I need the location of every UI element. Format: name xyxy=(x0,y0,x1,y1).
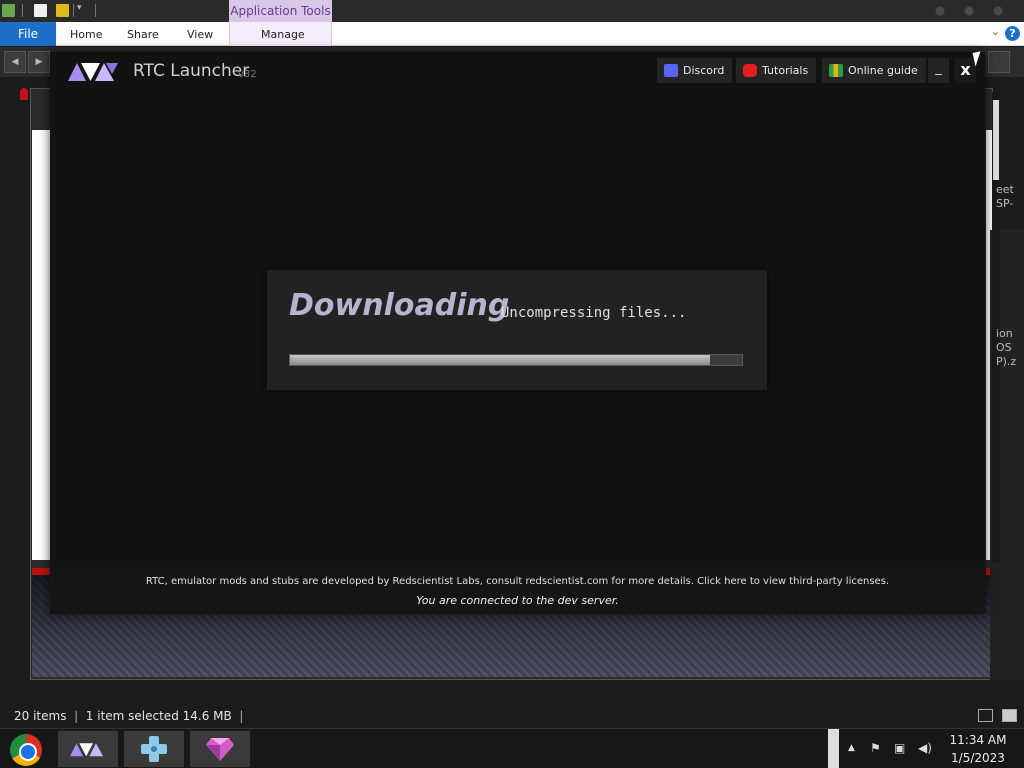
network-icon[interactable]: ▣ xyxy=(894,741,905,755)
partial-filename: eet xyxy=(996,183,1014,196)
separator: | xyxy=(70,709,82,723)
youtube-icon xyxy=(743,64,757,77)
new-folder-icon[interactable] xyxy=(56,4,69,17)
gem-icon xyxy=(206,738,234,761)
minimize-window-button[interactable] xyxy=(935,6,945,16)
clock-time[interactable]: 11:34 AM xyxy=(946,733,1010,747)
partial-filename: SP- xyxy=(996,197,1014,210)
tutorials-button[interactable]: Tutorials xyxy=(736,58,817,83)
separator: | xyxy=(235,709,244,723)
partial-filename: OS xyxy=(996,341,1012,354)
application-tools-context-tab: Application Tools xyxy=(229,0,332,22)
ribbon-tab-bar: File Home Share View Manage ⌄ ? xyxy=(0,22,1024,46)
close-window-button[interactable] xyxy=(993,6,1003,16)
taskbar-rtc-launcher[interactable] xyxy=(58,731,118,767)
launcher-close-button[interactable]: x xyxy=(955,58,976,83)
download-heading: Downloading xyxy=(289,288,510,323)
tab-file[interactable]: File xyxy=(0,22,56,46)
launcher-title: RTC Launcher xyxy=(133,61,250,81)
maximize-window-button[interactable] xyxy=(964,6,974,16)
tutorials-label: Tutorials xyxy=(762,64,809,77)
download-panel: Downloading Uncompressing files... xyxy=(267,270,767,390)
tab-home[interactable]: Home xyxy=(70,22,102,46)
customize-toolbar-icon[interactable]: ▾ xyxy=(77,3,82,13)
taskbar-scroll-handle[interactable] xyxy=(828,729,839,768)
pin-icon xyxy=(20,88,28,100)
expand-ribbon-chevron-icon[interactable]: ⌄ xyxy=(991,25,1000,38)
separator xyxy=(73,4,74,17)
back-button[interactable]: ◀ xyxy=(4,51,26,73)
search-icon[interactable] xyxy=(988,51,1010,73)
forward-button[interactable]: ▶ xyxy=(28,51,50,73)
rtc-launcher-window: RTC Launcher v32 Discord Tutorials Onlin… xyxy=(50,52,985,614)
online-guide-label: Online guide xyxy=(848,64,918,77)
gamepad-icon xyxy=(141,736,167,762)
explorer-title-bar: ▾ Application Tools xyxy=(0,0,1024,22)
clock-date[interactable]: 1/5/2023 xyxy=(946,751,1010,765)
large-icons-view-icon[interactable] xyxy=(1002,709,1017,722)
launcher-header: RTC Launcher v32 Discord Tutorials Onlin… xyxy=(50,52,985,90)
scrollbar-thumb[interactable] xyxy=(993,100,999,180)
partial-filename: ion xyxy=(996,327,1013,340)
background-content-area xyxy=(32,130,50,560)
separator xyxy=(22,4,23,17)
discord-icon xyxy=(664,64,678,77)
help-icon[interactable]: ? xyxy=(1005,26,1020,41)
app-icon xyxy=(2,4,15,17)
rtc-logo-icon xyxy=(68,63,118,81)
explorer-status-bar: 20 items | 1 item selected 14.6 MB | xyxy=(0,704,1024,728)
background-stripe xyxy=(32,568,50,575)
separator xyxy=(95,4,96,17)
taskbar-gem-app[interactable] xyxy=(190,731,250,767)
details-view-icon[interactable] xyxy=(978,709,993,722)
volume-icon[interactable]: ◀) xyxy=(918,741,932,755)
taskbar-chrome[interactable] xyxy=(0,731,60,767)
chrome-icon xyxy=(10,734,42,766)
taskbar: ▲ ⚑ ▣ ◀) 11:34 AM 1/5/2023 xyxy=(0,728,1024,768)
download-status: Uncompressing files... xyxy=(501,305,687,321)
discord-button[interactable]: Discord xyxy=(657,58,733,83)
launcher-footer: RTC, emulator mods and stubs are develop… xyxy=(50,567,985,614)
launcher-version: v32 xyxy=(238,69,257,80)
tab-manage[interactable]: Manage xyxy=(261,22,305,46)
tab-view[interactable]: View xyxy=(187,22,213,46)
taskbar-emulator[interactable] xyxy=(124,731,184,767)
partial-filename: P).z xyxy=(996,355,1017,368)
download-progress-fill xyxy=(290,355,711,365)
tab-share[interactable]: Share xyxy=(127,22,159,46)
launcher-minimize-button[interactable]: _ xyxy=(928,58,949,83)
credits-licenses-link[interactable]: RTC, emulator mods and stubs are develop… xyxy=(50,576,985,587)
item-count: 20 items xyxy=(14,709,67,723)
discord-label: Discord xyxy=(683,64,725,77)
download-progress-bar xyxy=(289,354,743,366)
server-status-text: You are connected to the dev server. xyxy=(416,594,619,607)
online-guide-button[interactable]: Online guide xyxy=(822,58,926,83)
rtc-logo-icon xyxy=(70,743,104,757)
guide-icon xyxy=(829,64,843,77)
selection-size: 14.6 MB xyxy=(182,709,232,723)
properties-icon[interactable] xyxy=(34,4,47,17)
selection-count: 1 item selected xyxy=(85,709,179,723)
action-center-flag-icon[interactable]: ⚑ xyxy=(870,741,881,755)
show-hidden-icons-icon[interactable]: ▲ xyxy=(848,743,855,753)
